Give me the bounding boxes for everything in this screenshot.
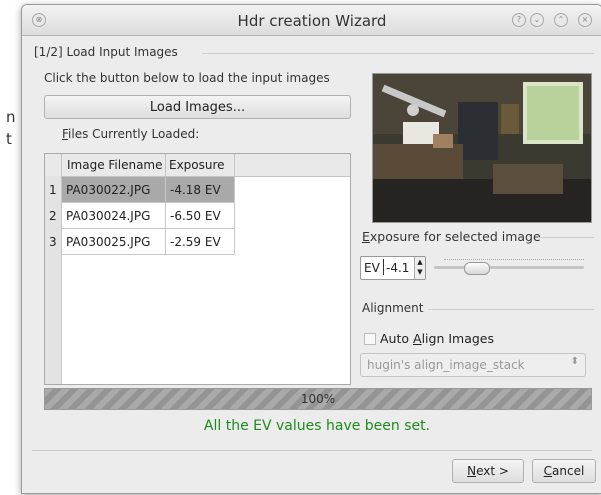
- row-number: 2: [49, 209, 57, 223]
- slider-ticks: [444, 259, 584, 263]
- column-header-filename[interactable]: Image Filename: [67, 158, 163, 172]
- alignment-label: Alignment: [362, 301, 424, 315]
- group-divider: [428, 309, 594, 310]
- slider-track: [434, 266, 584, 269]
- background-fragment: t: [6, 130, 12, 148]
- row-number: 1: [49, 183, 57, 197]
- progress-text: 100%: [300, 392, 336, 406]
- group-divider: [202, 53, 594, 54]
- exposure-slider[interactable]: [434, 259, 584, 275]
- progress-bar: 100%: [44, 388, 592, 410]
- spinner-arrows-icon[interactable]: ▲ ▼: [414, 257, 425, 279]
- collapse-icon[interactable]: ⌄: [530, 13, 544, 27]
- slider-handle[interactable]: [464, 262, 490, 275]
- table-row[interactable]: 3 PA030025.JPG -2.59 EV: [45, 229, 235, 255]
- auto-align-label: Auto Align Images: [380, 331, 494, 346]
- table-row[interactable]: 1 PA030022.JPG -4.18 EV: [45, 177, 235, 203]
- exposure-cell: -4.18 EV: [166, 177, 235, 203]
- filename-cell: PA030022.JPG: [62, 177, 166, 203]
- maximize-icon[interactable]: ⌃: [554, 13, 568, 27]
- row-number: 3: [49, 235, 57, 249]
- align-method-value: hugin's align_image_stack: [367, 358, 525, 372]
- background-fragment: n: [6, 108, 16, 126]
- table-header: Image Filename Exposure: [45, 154, 350, 177]
- help-icon[interactable]: ?: [512, 13, 526, 27]
- instruction-text: Click the button below to load the input…: [44, 71, 330, 85]
- cancel-button[interactable]: Cancel: [532, 459, 596, 483]
- next-button[interactable]: Next >: [452, 459, 524, 483]
- cancel-label: Cancel: [543, 464, 585, 478]
- step-group-label: [1/2] Load Input Images: [34, 45, 178, 59]
- load-images-button[interactable]: Load Images...: [44, 95, 351, 119]
- close-icon[interactable]: ×: [578, 13, 592, 27]
- files-loaded-label: Files Currently Loaded:: [62, 127, 200, 141]
- load-images-label: Load Images...: [149, 100, 246, 115]
- files-table[interactable]: Image Filename Exposure 1 PA030022.JPG -…: [44, 153, 351, 385]
- ev-prefix: EV: [364, 261, 380, 275]
- align-method-select[interactable]: hugin's align_image_stack ⬍: [360, 353, 586, 377]
- select-arrows-icon: ⬍: [570, 356, 579, 367]
- filename-cell: PA030024.JPG: [62, 203, 166, 229]
- exposure-value[interactable]: -4.1: [386, 261, 409, 275]
- title-bar[interactable]: ⊗ Hdr creation Wizard ? ⌄ ⌃ ×: [22, 5, 601, 36]
- exposure-cell: -2.59 EV: [166, 229, 235, 255]
- image-preview: [372, 73, 592, 223]
- text-cursor: [383, 259, 384, 275]
- table-row[interactable]: 2 PA030024.JPG -6.50 EV: [45, 203, 235, 229]
- hdr-wizard-window: ⊗ Hdr creation Wizard ? ⌄ ⌃ × [1/2] Load…: [21, 4, 601, 494]
- checkbox-box-icon[interactable]: [364, 333, 376, 345]
- group-divider: [538, 237, 594, 238]
- column-header-exposure[interactable]: Exposure: [169, 158, 225, 172]
- exposure-spinbox[interactable]: EV -4.1 ▲ ▼: [360, 256, 426, 280]
- exposure-label: Exposure for selected image: [362, 229, 541, 244]
- filename-cell: PA030025.JPG: [62, 229, 166, 255]
- exposure-cell: -6.50 EV: [166, 203, 235, 229]
- status-message: All the EV values have been set.: [203, 418, 431, 434]
- footer-divider: [32, 450, 592, 451]
- preview-image: [373, 74, 591, 222]
- next-label: Next >: [467, 464, 509, 478]
